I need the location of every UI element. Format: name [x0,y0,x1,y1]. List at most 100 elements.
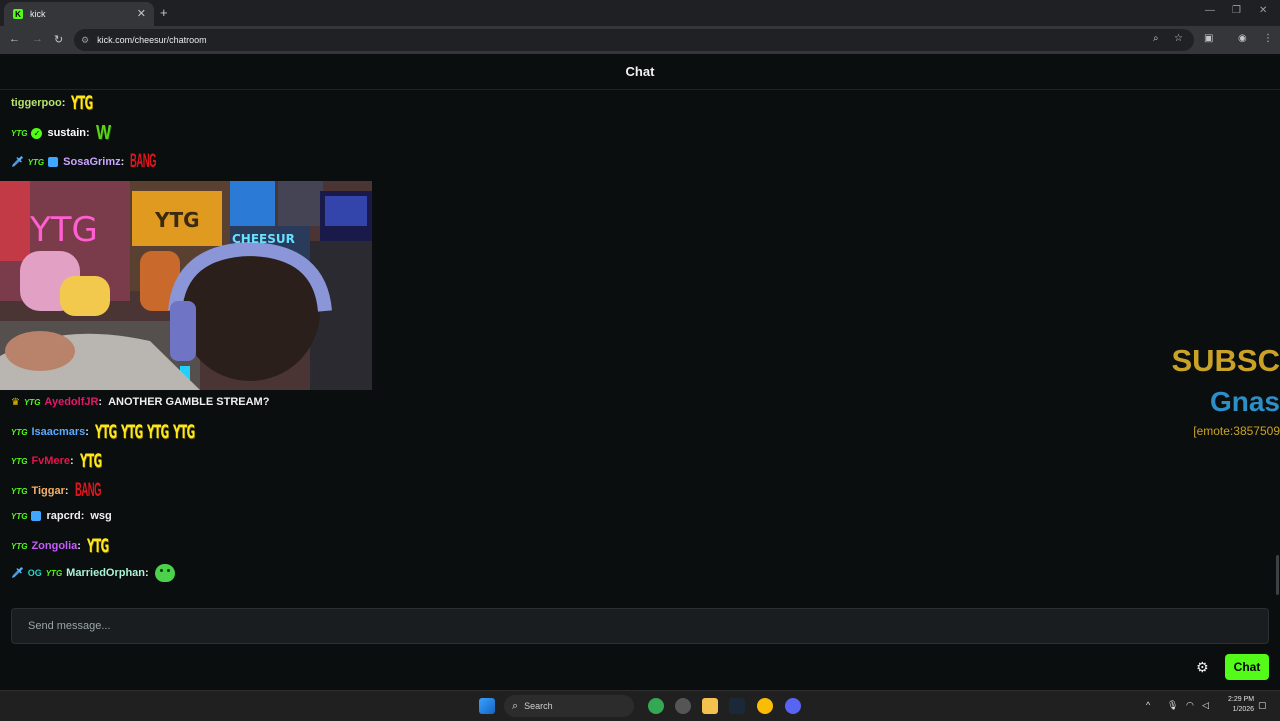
chat-message: YTG rapcrd: wsg [11,510,115,522]
username-separator: : [77,540,81,552]
message-input[interactable] [26,619,1230,633]
chat-username[interactable]: sustain [47,127,86,139]
steam-icon[interactable] [729,698,745,714]
chat-username[interactable]: FvMere [31,455,70,467]
address-bar[interactable]: ⚙ kick.com/cheesur/chatroom [74,29,1194,51]
chat-message: tiggerpoo: YTG [11,92,97,114]
username-separator: : [145,567,149,579]
profile-icon[interactable]: ◉ [1238,33,1247,44]
site-info-icon[interactable]: ⚙ [81,35,89,46]
wifi-icon[interactable]: ◠ [1186,700,1194,711]
neon-sign-2-text: CHEESUR [232,232,295,246]
restore-icon[interactable]: ❐ [1232,5,1241,16]
bookmark-star-icon[interactable]: ☆ [1174,33,1183,44]
ytg-badge-icon: YTG [27,157,45,167]
overlay-emote-code-text: [emote:3857509 [1193,424,1280,438]
chat-header: Chat [0,54,1280,90]
ytg-emote-icon: YTG [172,421,195,443]
stream-preview[interactable]: YTG YTG CHEESUR [0,181,372,390]
ytg-badge-icon: YTG [11,427,28,437]
ytg-badge-icon: YTG [11,511,28,521]
back-icon[interactable]: ← [9,33,20,45]
chat-username[interactable]: Tiggar [31,485,64,497]
browser-tab[interactable]: K kick ✕ [4,2,154,26]
file-explorer-icon[interactable] [702,698,718,714]
side-panel-icon[interactable]: ▣ [1204,33,1213,44]
chat-message: YTG ✓ sustain: W [11,122,119,144]
discord-icon[interactable] [785,698,801,714]
chat-message: YTG Tiggar: BANG [11,480,101,502]
ytg-emote-icon: YTG [71,92,94,114]
chrome-profile-icon[interactable] [757,698,773,714]
close-window-icon[interactable]: ✕ [1259,5,1267,16]
ytg-badge-icon: YTG [45,568,63,578]
w-emote-icon: W [95,122,111,144]
chrome-icon[interactable] [648,698,664,714]
ytg-emote-icon: YTG [79,450,102,472]
overlay-subscribe-text: SUBSC [1171,343,1280,378]
microphone-icon[interactable]: 🎙 [1167,700,1178,711]
username-separator: : [61,97,66,109]
new-tab-icon[interactable]: + [160,5,168,20]
ytg-emote-icon: YTG [94,421,117,443]
crown-badge-icon: ♛ [11,396,20,408]
chat-message: YTG FvMere: YTG [11,450,106,472]
clock-date: 1/2026 [1232,706,1255,713]
chat-scrollbar[interactable] [1276,555,1279,595]
close-tab-icon[interactable]: ✕ [137,7,146,20]
chat-username[interactable]: tiggerpoo [11,97,62,109]
message-text: ANOTHER GAMBLE STREAM? [108,396,270,408]
ytg-badge-icon: YTG [11,456,28,466]
menu-kebab-icon[interactable]: ⋮ [1263,33,1273,44]
volume-icon[interactable]: ◁ [1202,700,1209,711]
clock-time: 2:29 PM [1228,696,1255,703]
sword-badge-icon: 🗡 [11,156,24,168]
ytg-emote-icon: YTG [86,535,109,557]
ytg-badge-icon: YTG [11,128,28,138]
flag-text: YTG [154,208,200,232]
username-separator: : [85,426,89,438]
windows-start-icon[interactable] [479,698,495,714]
url-text[interactable]: kick.com/cheesur/chatroom [97,35,207,45]
forward-icon[interactable]: → [32,33,43,45]
browser-toolbar: ← → ↻ ⚙ kick.com/cheesur/chatroom ⌕ ☆ ▣ … [0,26,1280,54]
chat-message: YTG Isaacmars: YTG YTG YTG YTG [11,421,199,443]
username-separator: : [80,510,85,522]
username-separator: : [98,396,103,408]
tray-chevron-icon[interactable]: ^ [1146,700,1150,710]
cube-badge-icon [31,511,42,521]
message-input-box[interactable] [11,608,1269,644]
verified-badge-icon: ✓ [31,127,43,139]
chat-username[interactable]: rapcrd [46,510,80,522]
obs-icon[interactable] [675,698,691,714]
ytg-emote-icon: YTG [146,421,169,443]
chat-username[interactable]: MarriedOrphan [66,567,145,579]
chat-settings-gear-icon[interactable]: ⚙ [1196,659,1209,676]
taskbar-search-box[interactable]: ⌕ Search [504,695,634,717]
username-separator: : [120,156,125,168]
chat-message: ♛ YTG AyedolfJR: ANOTHER GAMBLE STREAM? [11,396,272,408]
sword-badge-icon: 🗡 [11,567,24,579]
bang-emote-icon: BANG [74,480,101,501]
notifications-icon[interactable]: ▢ [1258,700,1267,711]
browser-tab-strip: K kick ✕ + — ❐ ✕ [0,0,1280,26]
chat-message: 🗡 OG YTG MarriedOrphan: [11,564,178,582]
overlay-name-text: Gnas [1209,386,1280,417]
chat-username[interactable]: AyedolfJR [44,396,98,408]
chat-username[interactable]: Isaacmars [31,426,85,438]
chat-username[interactable]: SosaGrimz [63,156,120,168]
zoom-icon[interactable]: ⌕ [1153,33,1159,44]
stream-scene-image: YTG YTG CHEESUR [0,181,372,390]
bang-emote-icon: BANG [130,151,157,172]
smile-emote-icon [154,564,175,582]
windows-taskbar: ⌕ Search ^ 🎙 ◠ ◁ 2:29 PM 1/2026 ▢ [0,690,1280,721]
tab-title: kick [30,9,46,19]
taskbar-clock[interactable]: 2:29 PM 1/2026 [1228,695,1254,715]
username-separator: : [69,455,74,467]
cube-badge-icon [48,157,59,167]
send-chat-button[interactable]: Chat [1225,654,1269,680]
chat-title: Chat [625,64,655,79]
chat-username[interactable]: Zongolia [31,540,77,552]
reload-icon[interactable]: ↻ [54,33,63,46]
minimize-icon[interactable]: — [1205,5,1215,16]
